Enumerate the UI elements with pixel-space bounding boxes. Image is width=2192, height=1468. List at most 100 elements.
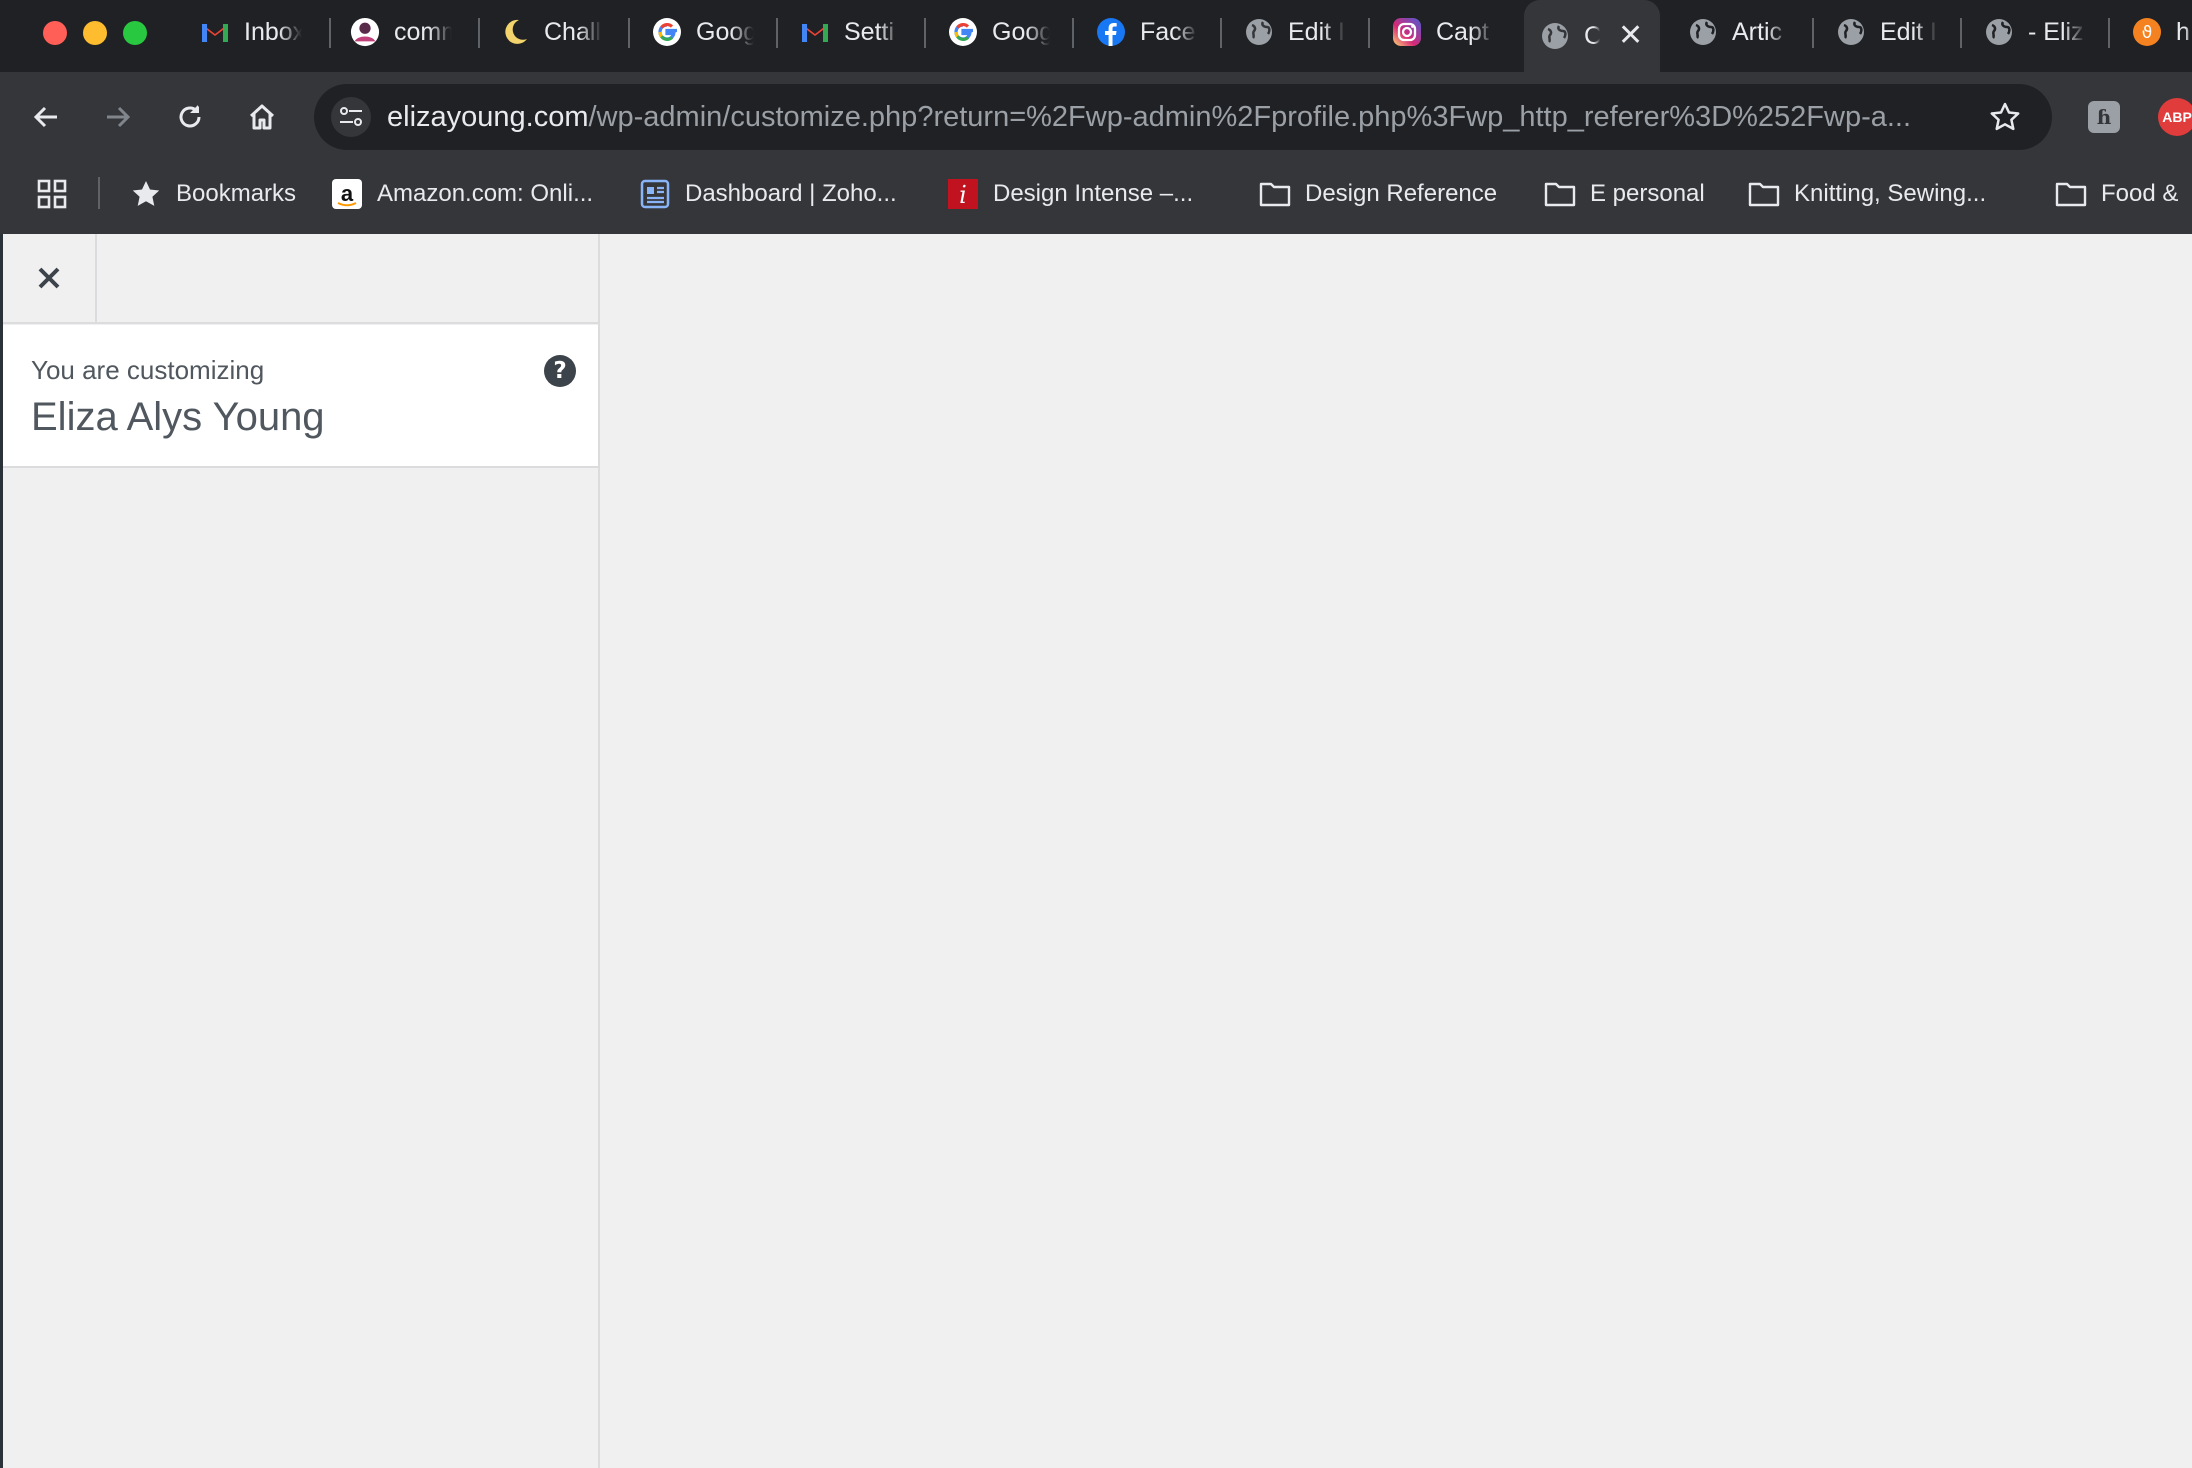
browser-tab[interactable]: Inbox	[200, 0, 318, 64]
tab-separator	[478, 18, 480, 48]
url-host: elizayoung.com	[387, 101, 589, 133]
bookmark-folder[interactable]: Design Reference	[1259, 174, 1497, 214]
browser-tab[interactable]: Goog	[652, 0, 770, 64]
brave-icon: ϑ	[2132, 17, 2162, 47]
tab-separator	[1368, 18, 1370, 48]
customizer-header	[97, 234, 598, 324]
tab-separator	[924, 18, 926, 48]
browser-tab[interactable]: Chall	[500, 0, 618, 64]
browser-tab[interactable]: comm	[350, 0, 468, 64]
extension-icon[interactable]: ɦ	[2088, 101, 2120, 133]
help-label: ?	[553, 358, 567, 384]
google-icon	[948, 17, 978, 47]
tab-title: Capt	[1436, 17, 1489, 46]
bookmark-folder[interactable]: Food &	[2055, 174, 2178, 214]
svg-text:i: i	[959, 181, 967, 209]
bookmark-item[interactable]: a Amazon.com: Onli...	[331, 174, 593, 214]
bookmark-folder[interactable]: Knitting, Sewing...	[1748, 174, 1986, 214]
forward-icon[interactable]	[98, 97, 138, 137]
browser-tab[interactable]: Capt	[1392, 0, 1510, 64]
bookmarks-divider	[98, 177, 100, 209]
star-icon	[130, 178, 162, 210]
tab-title: h	[2176, 17, 2190, 46]
globe-icon	[1688, 17, 1718, 47]
tab-title: Artic	[1732, 17, 1782, 46]
globe-icon	[1540, 21, 1570, 51]
bookmark-label: Amazon.com: Onli...	[377, 180, 594, 207]
window-minimize-button[interactable]	[83, 21, 107, 45]
tab-separator	[1220, 18, 1222, 48]
bookmark-item[interactable]: Dashboard | Zoho...	[639, 174, 897, 214]
browser-tab[interactable]: Setti	[800, 0, 918, 64]
tab-title: Face	[1140, 17, 1196, 46]
avatar-favicon-icon	[350, 17, 380, 47]
bookmark-item[interactable]: i Design Intense –...	[947, 174, 1193, 214]
tab-close-icon[interactable]: ✕	[1618, 21, 1643, 51]
bookmark-star-icon[interactable]	[1986, 98, 2024, 136]
back-icon[interactable]	[26, 97, 66, 137]
tab-separator	[329, 18, 331, 48]
bookmark-label: Food &	[2101, 180, 2179, 207]
globe-icon	[1836, 17, 1866, 47]
tab-title: C	[1584, 21, 1600, 50]
browser-tab[interactable]: ϑ h	[2132, 0, 2192, 64]
bookmark-label: Bookmarks	[176, 180, 297, 207]
browser-tab[interactable]: - Eliz	[1984, 0, 2102, 64]
reload-icon[interactable]	[170, 97, 210, 137]
tab-title: Edit I	[1880, 17, 1937, 46]
url-text[interactable]: elizayoung.com/wp-admin/customize.php?re…	[387, 101, 1911, 134]
tab-separator	[2108, 18, 2110, 48]
tab-title: Goog	[992, 17, 1050, 46]
home-icon[interactable]	[242, 97, 282, 137]
bookmark-item[interactable]: Bookmarks	[130, 174, 296, 214]
bookmark-label: Design Intense –...	[993, 180, 1194, 207]
tab-title: Edit I	[1288, 17, 1345, 46]
folder-icon	[2055, 178, 2087, 210]
browser-tab[interactable]: Goog	[948, 0, 1066, 64]
close-icon	[38, 267, 60, 289]
facebook-icon	[1096, 17, 1126, 47]
adblock-label: ABP	[2162, 109, 2192, 125]
moon-icon	[500, 17, 530, 47]
bookmark-folder[interactable]: E personal	[1544, 174, 1705, 214]
tab-separator	[1960, 18, 1962, 48]
browser-tab-active[interactable]: C ✕	[1524, 0, 1660, 72]
site-title: Eliza Alys Young	[31, 395, 325, 439]
apps-grid-icon[interactable]	[36, 174, 68, 214]
adblock-icon[interactable]: ABP	[2158, 98, 2192, 136]
window-maximize-button[interactable]	[123, 21, 147, 45]
tab-separator	[776, 18, 778, 48]
folder-icon	[1748, 178, 1780, 210]
customizing-label: You are customizing	[31, 355, 265, 385]
site-settings-icon[interactable]	[331, 97, 371, 137]
design-intense-icon: i	[947, 178, 979, 210]
tab-title: - Eliz	[2028, 17, 2084, 46]
zoho-icon	[639, 178, 671, 210]
bookmark-label: Dashboard | Zoho...	[685, 180, 897, 207]
svg-text:a: a	[341, 181, 354, 206]
google-icon	[652, 17, 682, 47]
svg-text:ϑ: ϑ	[2142, 23, 2153, 43]
address-bar[interactable]: elizayoung.com/wp-admin/customize.php?re…	[314, 84, 2052, 150]
window-close-button[interactable]	[43, 21, 67, 45]
browser-tab[interactable]: Edit I	[1836, 0, 1954, 64]
globe-icon	[1984, 17, 2014, 47]
bookmark-label: E personal	[1590, 180, 1705, 207]
tab-separator	[1812, 18, 1814, 48]
url-path: /wp-admin/customize.php?return=%2Fwp-adm…	[588, 101, 1912, 133]
browser-tab[interactable]: Edit I	[1244, 0, 1362, 64]
gmail-icon	[200, 17, 230, 47]
customizer-close-button[interactable]	[3, 234, 97, 324]
customizer-info-panel: You are customizing Eliza Alys Young ?	[3, 325, 598, 468]
instagram-icon	[1392, 17, 1422, 47]
bookmark-label: Knitting, Sewing...	[1794, 180, 1987, 207]
tab-separator	[1072, 18, 1074, 48]
tab-title: Goog	[696, 17, 754, 46]
bookmark-label: Design Reference	[1305, 180, 1498, 207]
help-icon[interactable]: ?	[544, 355, 576, 387]
browser-tab[interactable]: Face	[1096, 0, 1214, 64]
amazon-icon: a	[331, 178, 363, 210]
tab-separator	[628, 18, 630, 48]
gmail-icon	[800, 17, 830, 47]
browser-tab[interactable]: Artic	[1688, 0, 1806, 64]
